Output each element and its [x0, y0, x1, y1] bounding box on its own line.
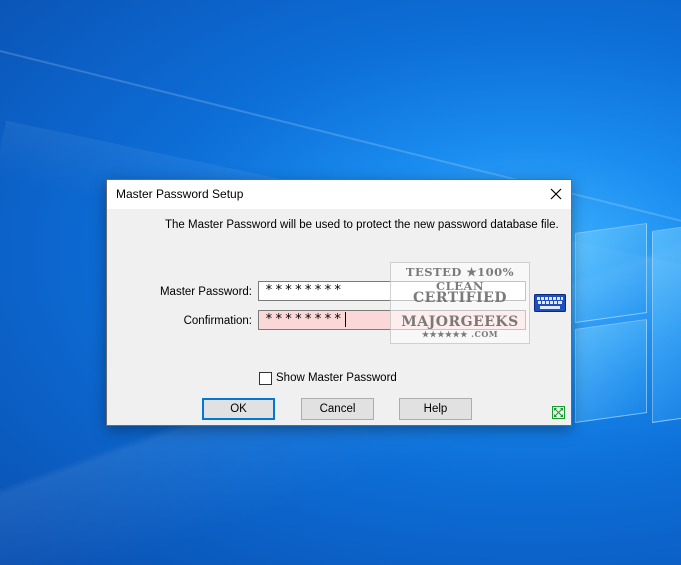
ok-button[interactable]: OK	[202, 398, 275, 420]
title-bar[interactable]: Master Password Setup	[107, 180, 571, 209]
close-button[interactable]	[541, 180, 571, 209]
windows-logo-pane	[652, 225, 681, 423]
confirmation-label: Confirmation:	[183, 315, 252, 327]
close-icon	[550, 188, 562, 200]
text-caret	[344, 312, 346, 327]
master-password-value: ********	[265, 283, 344, 298]
watermark-line: ★★★★★★ .COM	[421, 329, 499, 339]
watermark-line: CERTIFIED	[413, 290, 507, 306]
master-password-dialog: Master Password Setup The Master Passwor…	[106, 179, 572, 426]
help-button[interactable]: Help	[399, 398, 472, 420]
majorgeeks-watermark: TESTED ★100% CLEAN CERTIFIED MAJORGEEKS …	[390, 262, 530, 344]
windows-logo-pane	[575, 318, 647, 424]
dialog-title: Master Password Setup	[116, 187, 244, 201]
watermark-line: TESTED ★100% CLEAN	[405, 265, 515, 293]
resize-grip-icon[interactable]	[552, 406, 565, 419]
confirmation-value: ********	[265, 312, 344, 327]
keyboard-button[interactable]	[534, 294, 566, 312]
keyboard-icon	[534, 294, 566, 312]
show-password-label[interactable]: Show Master Password	[276, 372, 397, 384]
show-password-checkbox[interactable]	[259, 372, 272, 385]
watermark-line: MAJORGEEKS	[401, 314, 519, 330]
cancel-button[interactable]: Cancel	[301, 398, 374, 420]
dialog-description: The Master Password will be used to prot…	[165, 219, 559, 231]
windows-logo-pane	[575, 222, 647, 324]
master-password-label: Master Password:	[159, 286, 252, 298]
